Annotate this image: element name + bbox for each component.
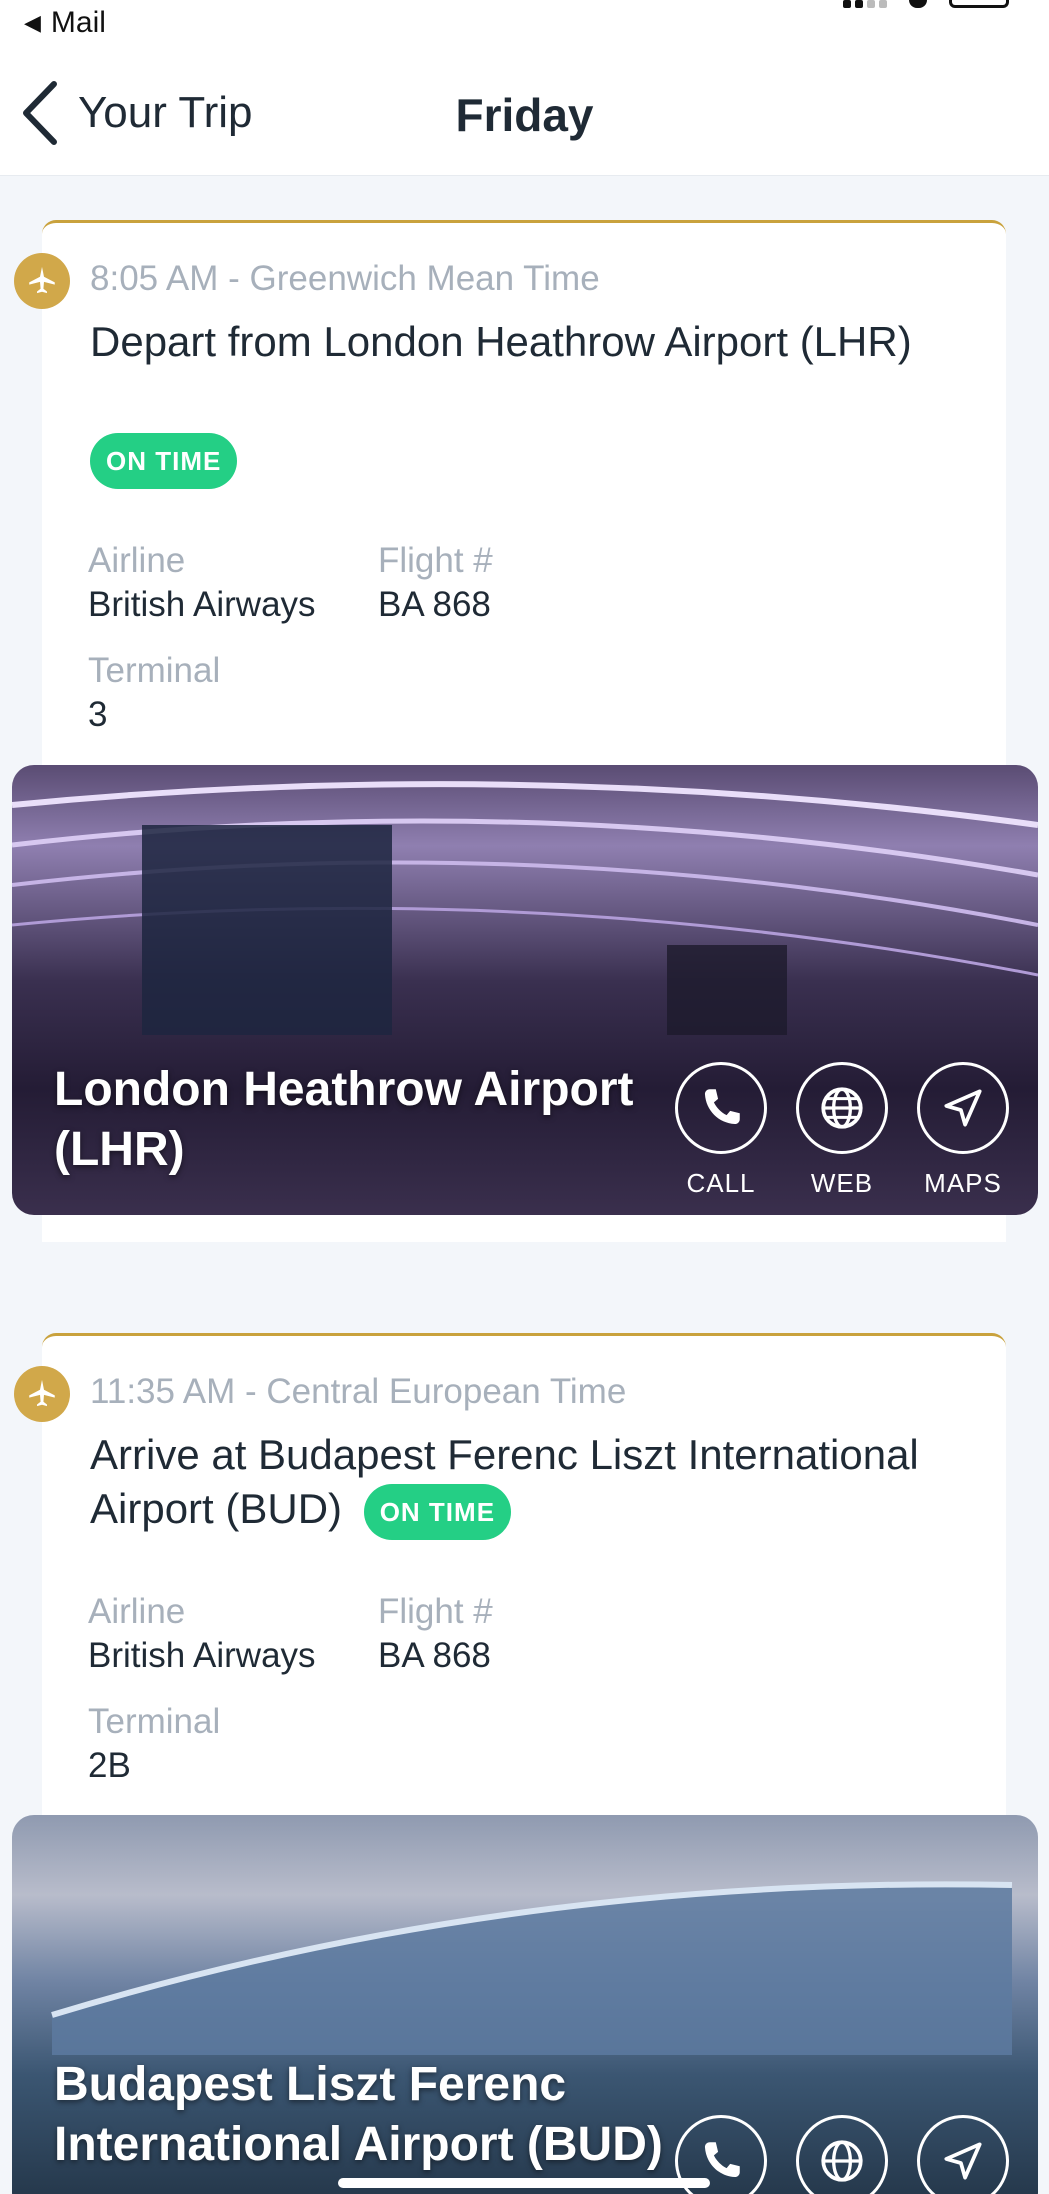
segment-title: Arrive at Budapest Ferenc Liszt Internat…	[90, 1428, 950, 1540]
globe-icon	[821, 2140, 863, 2182]
web-label: WEB	[810, 1168, 874, 1198]
airport-name: London Heathrow Airport (LHR)	[54, 1063, 634, 1176]
maps-button[interactable]: MAPS	[917, 1062, 1009, 1199]
airplane-icon	[14, 253, 70, 309]
globe-icon	[821, 1087, 863, 1129]
flight-number-value: BA 868	[378, 585, 491, 624]
maps-label: MAPS	[924, 1168, 1002, 1198]
navigation-bar: Your Trip Friday	[0, 50, 1049, 176]
back-app-label: Mail	[50, 6, 106, 39]
call-label: CALL	[686, 1168, 756, 1198]
home-indicator[interactable]	[338, 2178, 710, 2188]
arrival-time: 11:35 AM - Central European Time	[90, 1372, 627, 1411]
flight-number-value: BA 868	[378, 1636, 491, 1675]
navigation-arrow-icon	[944, 2142, 982, 2180]
status-badge: ON TIME	[90, 433, 238, 489]
phone-icon	[704, 1089, 740, 1125]
terminal-label: Terminal	[88, 1702, 221, 1741]
maps-button[interactable]: MAPS	[917, 2115, 1009, 2194]
status-bar: ◀ Mail	[0, 0, 1049, 50]
battery-icon	[949, 0, 1009, 8]
segment-title: Depart from London Heathrow Airport (LHR…	[90, 318, 912, 365]
wifi-icon	[909, 0, 927, 8]
status-icons	[843, 0, 1009, 8]
navigation-arrow-icon	[944, 1089, 982, 1127]
airline-value: British Airways	[88, 585, 316, 624]
airport-name: Budapest Liszt Ferenc International Airp…	[54, 2058, 663, 2171]
departure-time: 8:05 AM - Greenwich Mean Time	[90, 259, 600, 298]
airport-photo[interactable]: London Heathrow Airport (LHR) CALL WEB M…	[12, 765, 1038, 1215]
flight-number-label: Flight #	[378, 541, 493, 580]
web-button[interactable]: WEB	[796, 2115, 888, 2194]
flight-number-label: Flight #	[378, 1592, 493, 1631]
airline-value: British Airways	[88, 1636, 316, 1675]
call-button[interactable]: CALL	[675, 1062, 767, 1199]
status-badge: ON TIME	[363, 1483, 512, 1540]
back-triangle-icon: ◀	[24, 10, 41, 35]
terminal-roof-image	[12, 781, 1038, 1035]
terminal-value: 2B	[88, 1746, 131, 1785]
terminal-label: Terminal	[88, 651, 221, 690]
airline-label: Airline	[88, 541, 186, 580]
web-button[interactable]: WEB	[796, 1062, 888, 1199]
back-to-mail-link[interactable]: ◀ Mail	[24, 6, 106, 40]
terminal-building-image	[51, 1881, 1013, 2055]
airport-photo[interactable]: Budapest Liszt Ferenc International Airp…	[12, 1815, 1038, 2194]
airplane-icon	[14, 1366, 70, 1422]
terminal-value: 3	[88, 695, 108, 734]
cellular-signal-icon	[843, 0, 887, 8]
page-title: Friday	[455, 89, 594, 141]
airline-label: Airline	[88, 1592, 186, 1631]
